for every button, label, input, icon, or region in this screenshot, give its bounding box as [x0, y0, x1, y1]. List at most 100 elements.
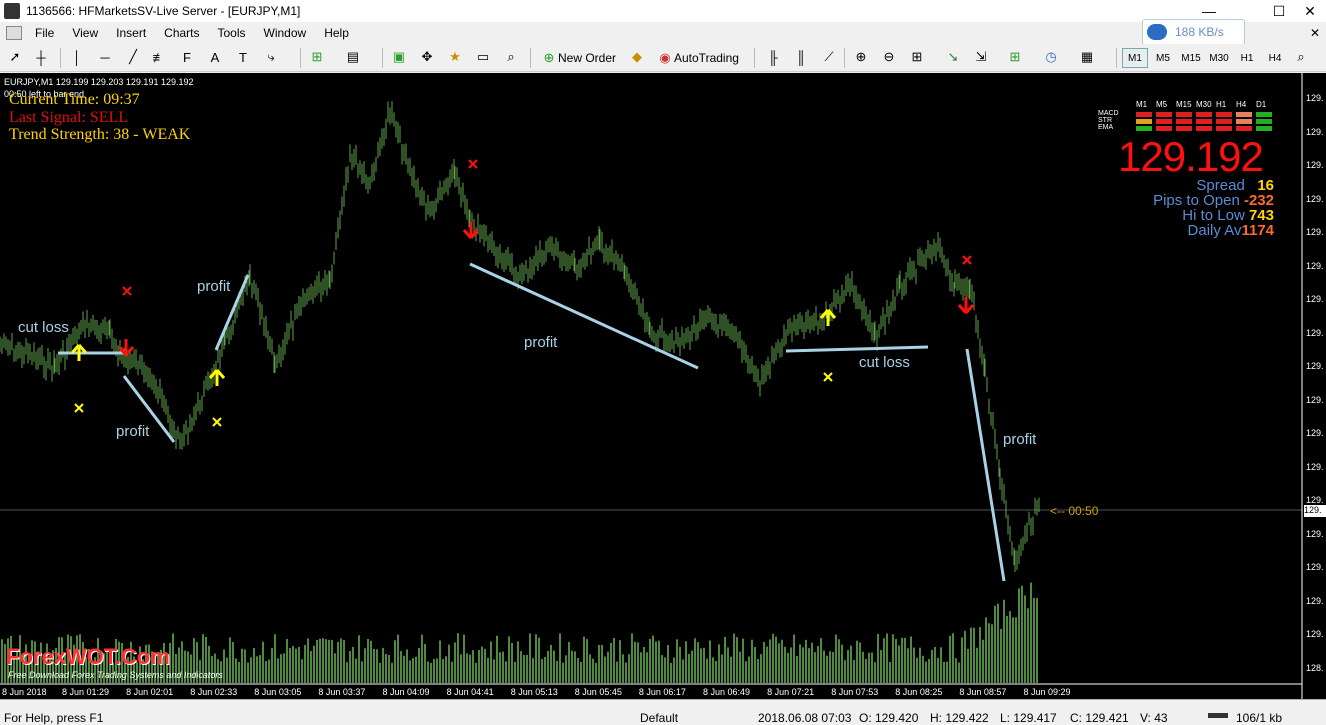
price-axis-label: 129. [1306, 595, 1324, 606]
profiles-icon[interactable]: ▤ [344, 48, 362, 66]
channel-icon[interactable]: ≢ [150, 48, 168, 66]
menu-charts[interactable]: Charts [155, 26, 208, 40]
bar-chart-icon[interactable]: ╟ [764, 48, 782, 66]
navigator-icon[interactable]: ✥ [418, 48, 436, 66]
price-axis-label: 129. [1306, 495, 1324, 505]
timeframe-m1[interactable]: M1 [1122, 48, 1148, 68]
data-window-icon[interactable]: ★ [446, 48, 464, 66]
timeframe-h4[interactable]: H4 [1262, 48, 1288, 68]
new-order-button[interactable]: ⊕ New Order [540, 48, 616, 68]
dashboard-signal-cell [1236, 119, 1252, 124]
annotation-cut-loss: cut loss [859, 354, 910, 371]
help-hint: For Help, press F1 [4, 711, 104, 725]
dashboard-signal-cell [1196, 112, 1212, 117]
pips-to-open-row: Pips to Open -232 [1120, 192, 1274, 209]
exit-marker-icon [823, 372, 833, 382]
trend-strength-label: Trend Strength: 38 - WEAK [9, 126, 191, 143]
close-button[interactable]: ✕ [1294, 0, 1326, 22]
menu-window[interactable]: Window [255, 26, 316, 40]
dashboard-signal-cell [1176, 126, 1192, 131]
chart-window[interactable]: EURJPY,M1 129.199 129.203 129.191 129.19… [0, 73, 1326, 699]
time-axis-label: 8 Jun 01:29 [62, 687, 110, 697]
toolbar-divider [300, 48, 301, 68]
price-axis-marker: 129. [1304, 505, 1326, 517]
status-bar: For Help, press F1 Default 2018.06.08 07… [0, 699, 1326, 725]
status-volume: V: 43 [1140, 711, 1168, 725]
toolbar-divider [530, 48, 531, 68]
chart-shift-icon[interactable]: ↘ [944, 48, 962, 66]
buy-arrow-icon [819, 309, 837, 326]
annotation-profit: profit [524, 334, 558, 351]
status-high: H: 129.422 [930, 711, 989, 725]
time-axis-label: 8 Jun 03:05 [254, 687, 302, 697]
profile-name: Default [640, 711, 679, 725]
templates-icon[interactable]: ▦ [1078, 48, 1096, 66]
timeframe-m30[interactable]: M30 [1206, 48, 1232, 68]
status-low: L: 129.417 [1000, 711, 1057, 725]
dashboard-timeframe-label: M1 [1136, 100, 1148, 109]
timeframe-h1[interactable]: H1 [1234, 48, 1260, 68]
menu-help[interactable]: Help [315, 26, 358, 40]
new-order-label: New Order [558, 51, 617, 65]
indicators-icon[interactable]: ⊞ [1006, 48, 1024, 66]
text-tool-icon[interactable]: A [206, 48, 224, 66]
tester-icon[interactable]: ⌕ [502, 48, 520, 66]
market-watch-icon[interactable]: ▣ [390, 48, 408, 66]
trendline-icon[interactable]: ╱ [124, 48, 142, 66]
menu-tools[interactable]: Tools [209, 26, 255, 40]
current-price: 129.192 [1118, 133, 1264, 180]
autotrading-button[interactable]: ◉ AutoTrading [656, 48, 739, 68]
chart-window-icon[interactable] [6, 26, 22, 40]
terminal-icon[interactable]: ▭ [474, 48, 492, 66]
dashboard-signal-cell [1236, 112, 1252, 117]
timeframe-m15[interactable]: M15 [1178, 48, 1204, 68]
crosshair-icon[interactable]: ┼ [32, 48, 50, 66]
annotation-cut-loss: cut loss [18, 319, 69, 336]
tile-windows-icon[interactable]: ⊞ [908, 48, 926, 66]
daily-av-label: Daily Av [1187, 222, 1242, 239]
menu-insert[interactable]: Insert [107, 26, 155, 40]
timeframe-m5[interactable]: M5 [1150, 48, 1176, 68]
window-title: 1136566: HFMarketsSV-Live Server - [EURJ… [26, 4, 301, 18]
menu-view[interactable]: View [63, 26, 107, 40]
network-speed-badge[interactable]: 188 KB/s [1142, 19, 1245, 45]
toolbar-divider [60, 48, 61, 68]
horizontal-line-icon[interactable]: ─ [96, 48, 114, 66]
zoom-out-icon[interactable]: ⊖ [880, 48, 898, 66]
menu-file[interactable]: File [26, 26, 63, 40]
periods-icon[interactable]: ◷ [1042, 48, 1060, 66]
vertical-line-icon[interactable]: │ [68, 48, 86, 66]
time-axis-label: 8 Jun 2018 [2, 687, 47, 697]
metaeditor-icon[interactable]: ◆ [628, 48, 646, 66]
price-axis-label: 129. [1306, 294, 1324, 304]
label-tool-icon[interactable]: T [234, 48, 252, 66]
price-axis-label: 129. [1306, 327, 1324, 338]
shapes-dropdown-icon[interactable]: ⤷ [262, 48, 280, 66]
dashboard-signal-cell [1156, 126, 1172, 131]
line-chart-icon[interactable]: ⟋ [820, 48, 838, 66]
new-chart-icon[interactable]: ⊞ [308, 48, 326, 66]
time-axis-label: 8 Jun 08:57 [959, 687, 1007, 697]
bar-countdown: <-- 00:50 [1050, 504, 1099, 518]
zoom-in-icon[interactable]: ⊕ [852, 48, 870, 66]
trend-line [785, 345, 929, 353]
time-axis-label: 8 Jun 06:17 [638, 687, 686, 697]
candlestick-icon[interactable]: ║ [792, 48, 810, 66]
search-icon[interactable]: ⌕ [1292, 48, 1310, 66]
autoscroll-icon[interactable]: ⇲ [972, 48, 990, 66]
dashboard-timeframe-label: M5 [1156, 100, 1168, 109]
close-chart-icon[interactable]: ✕ [1304, 24, 1326, 42]
cursor-icon[interactable]: ➚ [6, 48, 24, 66]
toolbar-divider [1116, 48, 1117, 68]
time-axis-label: 8 Jun 02:01 [126, 687, 174, 697]
dashboard-signal-cell [1136, 126, 1152, 131]
price-axis-label: 129. [1306, 562, 1324, 572]
dashboard-signal-cell [1196, 126, 1212, 131]
dashboard-signal-cell [1176, 119, 1192, 124]
exit-marker-icon [74, 403, 84, 413]
dashboard-signal-cell [1256, 119, 1272, 124]
trend-line [965, 348, 1006, 582]
exit-marker-icon [962, 255, 972, 265]
fibonacci-icon[interactable]: F [178, 48, 196, 66]
trend-line [469, 262, 699, 370]
